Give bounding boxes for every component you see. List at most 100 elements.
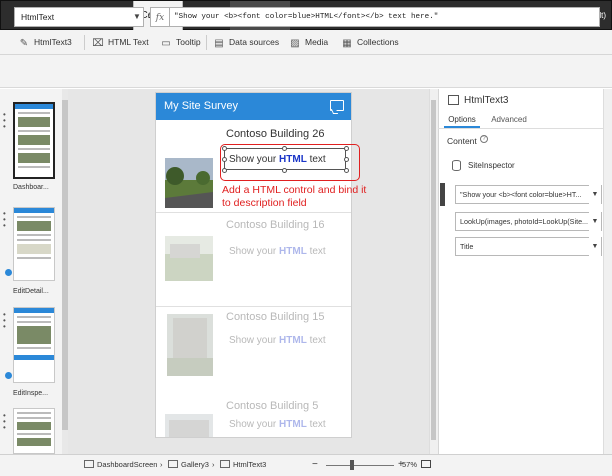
desc-text: text (306, 335, 326, 346)
html-icon: ⌧ (92, 38, 104, 49)
desc-bold: HTML (279, 419, 307, 430)
control-name[interactable]: HtmlText3 (464, 95, 508, 106)
desc-bold: HTML (279, 335, 307, 346)
gallery-item[interactable]: Contoso Building 5 Show your HTML text (156, 397, 351, 437)
gallery-item[interactable]: Contoso Building 16 Show your HTML text (156, 213, 351, 306)
ribbon-label: HtmlText3 (34, 37, 72, 47)
expand-icon (421, 460, 431, 468)
database-icon (452, 160, 461, 171)
image-icon: ▨ (290, 38, 300, 49)
active-field-marker (440, 183, 445, 206)
desc-text: Show your (229, 335, 280, 346)
ribbon-html-text[interactable]: ⌧ HTML Text (92, 30, 149, 55)
html-control-icon (448, 95, 459, 105)
pencil-icon: ✎ (19, 38, 29, 49)
app-header: My Site Survey (156, 93, 351, 120)
annotation-text: Add a HTML control and bind it to descri… (222, 184, 367, 209)
item-description: Show your HTML text (229, 246, 326, 257)
zoom-level: 57% (402, 460, 418, 469)
info-icon (5, 372, 12, 379)
info-icon[interactable]: ? (480, 135, 488, 143)
ribbon-collections[interactable]: ▦ Collections (341, 30, 399, 55)
item-title: Contoso Building 15 (226, 311, 325, 323)
item-description: Show your HTML text (229, 419, 326, 430)
desc-text: Show your (229, 246, 280, 257)
item-title: Contoso Building 26 (226, 128, 325, 140)
zoom-out-button[interactable]: − (312, 454, 318, 476)
screen-thumbnail[interactable] (13, 408, 55, 454)
chevron-down-icon[interactable]: ▼ (589, 237, 601, 256)
desc-text: Show your (229, 419, 280, 430)
ribbon-label: Collections (357, 37, 399, 47)
ribbon-label: Media (305, 37, 329, 47)
fit-to-window-icon[interactable] (421, 454, 434, 476)
zoom-slider[interactable] (326, 465, 394, 466)
ribbon-label: Data sources (229, 37, 280, 47)
building-photo (165, 158, 213, 208)
image-field[interactable]: LookUp(images, photoId=LookUp(Site... (455, 212, 602, 231)
tab-options[interactable]: Options (444, 113, 480, 128)
item-description: Show your HTML text (229, 335, 326, 346)
breadcrumb-chevron: › (212, 460, 215, 469)
more-options-icon[interactable]: • • • (3, 311, 6, 331)
screen-thumbnail[interactable] (13, 307, 55, 383)
divider (206, 35, 207, 50)
desc-bold: HTML (279, 246, 307, 257)
database-icon: ▤ (214, 38, 224, 49)
canvas-scrollbar-thumb[interactable] (431, 100, 436, 440)
gallery-item[interactable]: Contoso Building 15 Show your HTML text (156, 307, 351, 397)
info-icon (5, 269, 12, 276)
chevron-down-icon[interactable]: ▼ (130, 7, 144, 27)
breadcrumb-label: HtmlText3 (233, 460, 267, 469)
building-photo (165, 414, 213, 437)
ribbon-data-sources[interactable]: ▤ Data sources (213, 30, 279, 55)
property-dropdown[interactable]: HtmlText (14, 7, 144, 27)
formula-bar (0, 55, 612, 88)
screen-icon (84, 460, 94, 468)
content-label: Content (447, 136, 477, 146)
chevron-down-icon[interactable]: ▼ (589, 212, 601, 231)
zoom-slider-thumb[interactable] (350, 460, 354, 470)
item-title: Contoso Building 5 (226, 400, 319, 412)
tooltip-icon: ▭ (161, 38, 171, 49)
app-title: My Site Survey (164, 100, 238, 112)
html-control-icon (220, 460, 230, 468)
divider (84, 35, 85, 50)
more-options-icon[interactable]: • • • (3, 111, 6, 131)
screen-thumbnail[interactable] (13, 207, 55, 281)
breadcrumb-label: DashboardScreen (97, 460, 158, 469)
title-field[interactable]: Title (455, 237, 602, 256)
breadcrumb-chevron: › (160, 460, 163, 469)
chevron-down-icon[interactable]: ▼ (589, 185, 601, 204)
more-options-icon[interactable]: • • • (3, 210, 6, 230)
building-photo (165, 236, 213, 281)
breadcrumb-control[interactable]: HtmlText3 (220, 454, 266, 476)
ribbon-control-name[interactable]: ✎ HtmlText3 (18, 30, 72, 55)
tab-advanced[interactable]: Advanced (488, 113, 530, 128)
screen-label[interactable]: EditDetail... (13, 288, 49, 295)
data-source-name[interactable]: SiteInspector (468, 161, 515, 170)
more-options-icon[interactable]: • • • (3, 412, 6, 432)
collections-icon: ▦ (342, 38, 352, 49)
message-icon[interactable] (330, 100, 344, 111)
desc-text: text (306, 246, 326, 257)
gallery-icon (168, 460, 178, 468)
screen-thumbnail[interactable] (13, 102, 55, 179)
screen-label[interactable]: EditInspe... (13, 390, 48, 397)
building-photo (167, 314, 213, 376)
breadcrumb-label: Gallery3 (181, 460, 209, 469)
fx-icon[interactable]: fx (150, 7, 170, 27)
html-text-field[interactable]: "Show your <b><font color=blue>HT... (455, 185, 602, 204)
ribbon-label: HTML Text (108, 37, 149, 47)
properties-scrollbar[interactable] (603, 89, 612, 454)
ribbon: ✎ HtmlText3 ⌧ HTML Text ▭ Tooltip ▤ Data sou… (0, 30, 612, 55)
ribbon-tooltip[interactable]: ▭ Tooltip (160, 30, 200, 55)
breadcrumb-screen[interactable]: DashboardScreen (84, 454, 157, 476)
divider (438, 128, 612, 129)
desc-text: text (306, 419, 326, 430)
screen-label[interactable]: Dashboar... (13, 184, 49, 191)
item-title: Contoso Building 16 (226, 219, 325, 231)
formula-input[interactable]: "Show your <b><font color=blue>HTML</fon… (170, 7, 600, 27)
ribbon-media[interactable]: ▨ Media (289, 30, 328, 55)
breadcrumb-gallery[interactable]: Gallery3 (168, 454, 209, 476)
